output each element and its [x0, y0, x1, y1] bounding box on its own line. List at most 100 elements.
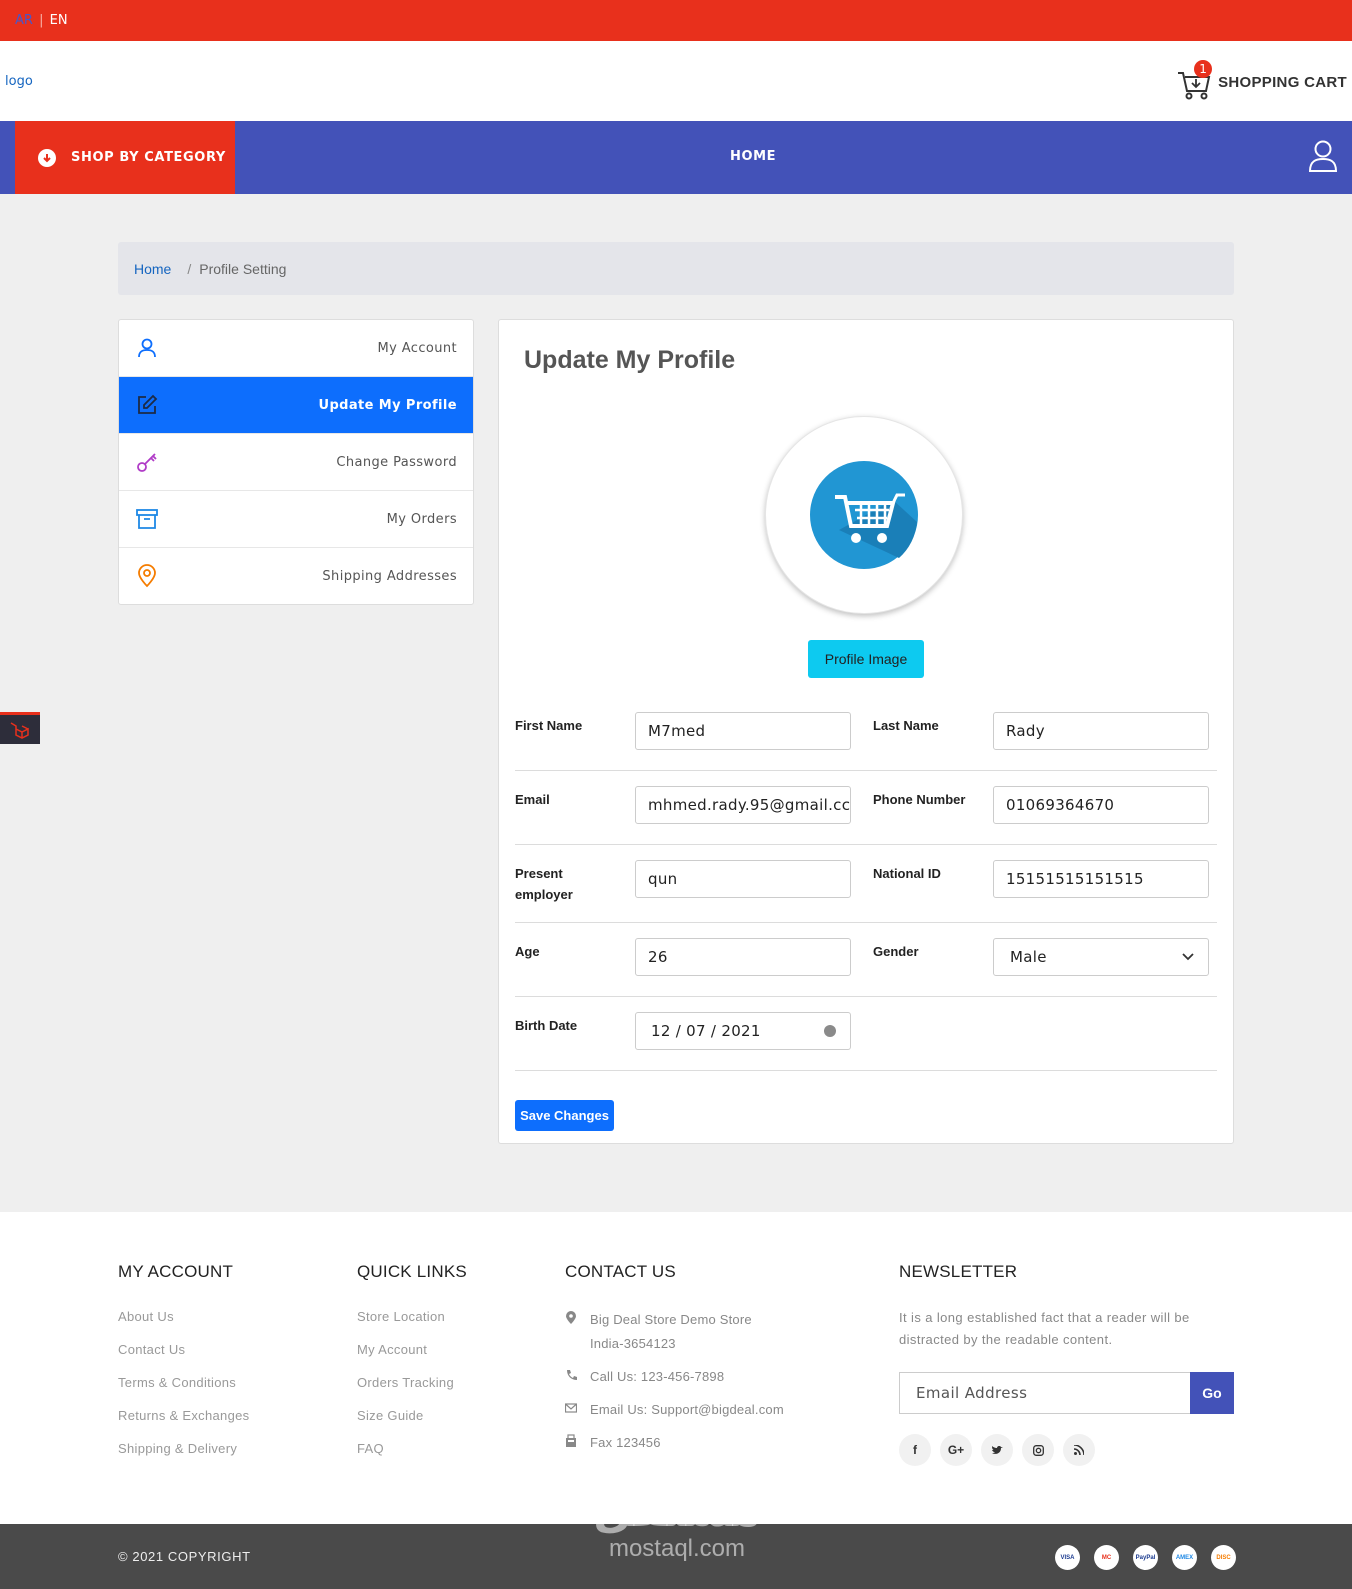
phone-field[interactable]: 01069364670	[993, 786, 1209, 824]
footer-link[interactable]: Terms & Conditions	[118, 1375, 249, 1408]
top-bar: AR | EN	[0, 0, 1352, 41]
copyright-text: © 2021 COPYRIGHT	[118, 1549, 251, 1564]
birth-date-label: Birth Date	[515, 1018, 578, 1033]
nav-home-link[interactable]: HOME	[730, 149, 776, 164]
employer-label: Present employer	[515, 866, 573, 902]
breadcrumb-separator: /	[187, 260, 192, 277]
contact-address-line1: Big Deal Store Demo Store	[590, 1312, 752, 1327]
footer-link[interactable]: FAQ	[357, 1441, 467, 1474]
last-name-field[interactable]: Rady	[993, 712, 1209, 750]
form-row-name: First Name M7med Last Name Rady	[515, 693, 1217, 771]
key-icon	[135, 450, 159, 474]
fax-icon	[566, 1434, 576, 1447]
copyright-bar: © 2021 COPYRIGHT مستقل mostaql.com VISA …	[0, 1484, 1352, 1589]
shopping-cart[interactable]: 1 SHOPPING CART	[1176, 60, 1347, 101]
profile-image-button[interactable]: Profile Image	[808, 640, 924, 678]
profile-avatar[interactable]	[765, 416, 963, 614]
contact-address-line2: India-3654123	[590, 1336, 676, 1351]
account-sidebar: My Account Update My Profile Change Pass…	[118, 319, 474, 605]
email-field[interactable]: mhmed.rady.95@gmail.cc	[635, 786, 851, 824]
employer-field[interactable]: qun	[635, 860, 851, 898]
footer-link[interactable]: Returns & Exchanges	[118, 1408, 249, 1441]
shop-by-category-label: SHOP BY CATEGORY	[71, 150, 226, 165]
site-footer: MY ACCOUNT About Us Contact Us Terms & C…	[0, 1212, 1352, 1524]
sidebar-item-label: Update My Profile	[318, 397, 457, 413]
breadcrumb-home-link[interactable]: Home	[134, 261, 171, 277]
footer-heading: CONTACT US	[565, 1262, 676, 1281]
contact-phone: Call Us: 123-456-7898	[565, 1365, 784, 1389]
sidebar-item-label: My Orders	[386, 511, 457, 527]
contact-address: Big Deal Store Demo Store India-3654123	[565, 1308, 784, 1356]
cart-label[interactable]: SHOPPING CART	[1218, 74, 1347, 91]
lang-ar-link[interactable]: AR	[15, 13, 33, 28]
footer-newsletter: NEWSLETTER It is a long established fact…	[899, 1262, 1234, 1466]
footer-contact: CONTACT US Big Deal Store Demo Store Ind…	[565, 1262, 784, 1464]
lang-en-link[interactable]: EN	[50, 13, 68, 28]
birth-date-value: 12 / 07 / 2021	[651, 1022, 761, 1040]
footer-link[interactable]: Size Guide	[357, 1408, 467, 1441]
birth-date-field[interactable]: 12 / 07 / 2021	[635, 1012, 851, 1050]
watermark: مستقل mostaql.com	[592, 1484, 762, 1562]
newsletter-description: It is a long established fact that a rea…	[899, 1310, 1190, 1347]
newsletter-email-input[interactable]: Email Address	[916, 1384, 1027, 1402]
contact-phone-text: Call Us: 123-456-7898	[590, 1369, 725, 1384]
gender-select[interactable]: Male	[993, 938, 1209, 976]
rss-icon[interactable]	[1063, 1434, 1095, 1466]
breadcrumb: Home / Profile Setting	[118, 242, 1234, 295]
first-name-field[interactable]: M7med	[635, 712, 851, 750]
shop-by-category-button[interactable]: SHOP BY CATEGORY	[15, 121, 235, 194]
debug-toolbar-toggle[interactable]	[0, 712, 40, 744]
footer-link[interactable]: Contact Us	[118, 1342, 249, 1375]
gender-label: Gender	[873, 944, 919, 959]
save-changes-button[interactable]: Save Changes	[515, 1100, 614, 1131]
cart-icon[interactable]: 1	[1176, 60, 1213, 101]
sidebar-item-update-profile[interactable]: Update My Profile	[119, 377, 473, 434]
user-icon	[135, 336, 159, 360]
cart-count-badge: 1	[1194, 60, 1213, 78]
instagram-icon[interactable]	[1022, 1434, 1054, 1466]
language-switcher: AR | EN	[15, 13, 68, 28]
sidebar-item-my-account[interactable]: My Account	[119, 320, 473, 377]
age-field[interactable]: 26	[635, 938, 851, 976]
sidebar-item-label: Change Password	[336, 454, 457, 470]
national-id-label: National ID	[873, 866, 941, 881]
envelope-icon	[565, 1403, 577, 1413]
email-label: Email	[515, 792, 550, 807]
footer-link[interactable]: About Us	[118, 1309, 249, 1342]
paypal-icon: PayPal	[1133, 1545, 1158, 1570]
facebook-icon[interactable]: f	[899, 1434, 931, 1466]
contact-email: Email Us: Support@bigdeal.com	[565, 1398, 784, 1422]
logo[interactable]: logo	[5, 74, 33, 89]
clear-date-icon[interactable]	[824, 1025, 836, 1037]
footer-link[interactable]: My Account	[357, 1342, 467, 1375]
national-id-field[interactable]: 15151515151515	[993, 860, 1209, 898]
footer-link[interactable]: Shipping & Delivery	[118, 1441, 249, 1474]
twitter-icon[interactable]	[981, 1434, 1013, 1466]
age-label: Age	[515, 944, 540, 959]
sidebar-item-my-orders[interactable]: My Orders	[119, 491, 473, 548]
user-account-icon[interactable]	[1308, 139, 1338, 177]
watermark-url: mostaql.com	[608, 1535, 746, 1562]
archive-icon	[135, 507, 159, 531]
newsletter-form: Email Address Go	[899, 1372, 1234, 1414]
discover-icon: DISC	[1211, 1545, 1236, 1570]
google-plus-icon[interactable]: G+	[940, 1434, 972, 1466]
form-row-employment: Present employer qun National ID 1515151…	[515, 845, 1217, 923]
footer-my-account: MY ACCOUNT About Us Contact Us Terms & C…	[118, 1262, 249, 1474]
footer-heading: NEWSLETTER	[899, 1262, 1018, 1281]
sidebar-item-change-password[interactable]: Change Password	[119, 434, 473, 491]
update-profile-card: Update My Profile Profile Image First Na…	[498, 319, 1234, 1144]
contact-fax: Fax 123456	[565, 1431, 784, 1455]
newsletter-go-button[interactable]: Go	[1190, 1372, 1234, 1414]
sidebar-item-shipping-addresses[interactable]: Shipping Addresses	[119, 548, 473, 604]
mastercard-icon: MC	[1094, 1545, 1119, 1570]
page-title: Update My Profile	[524, 346, 736, 374]
footer-link[interactable]: Orders Tracking	[357, 1375, 467, 1408]
watermark-arabic: مستقل	[592, 1483, 762, 1537]
footer-link[interactable]: Store Location	[357, 1309, 467, 1342]
chevron-down-icon	[1182, 953, 1194, 961]
main-nav: SHOP BY CATEGORY HOME	[0, 121, 1352, 194]
laravel-icon	[10, 721, 29, 739]
footer-quick-links: QUICK LINKS Store Location My Account Or…	[357, 1262, 467, 1474]
last-name-label: Last Name	[873, 718, 939, 733]
